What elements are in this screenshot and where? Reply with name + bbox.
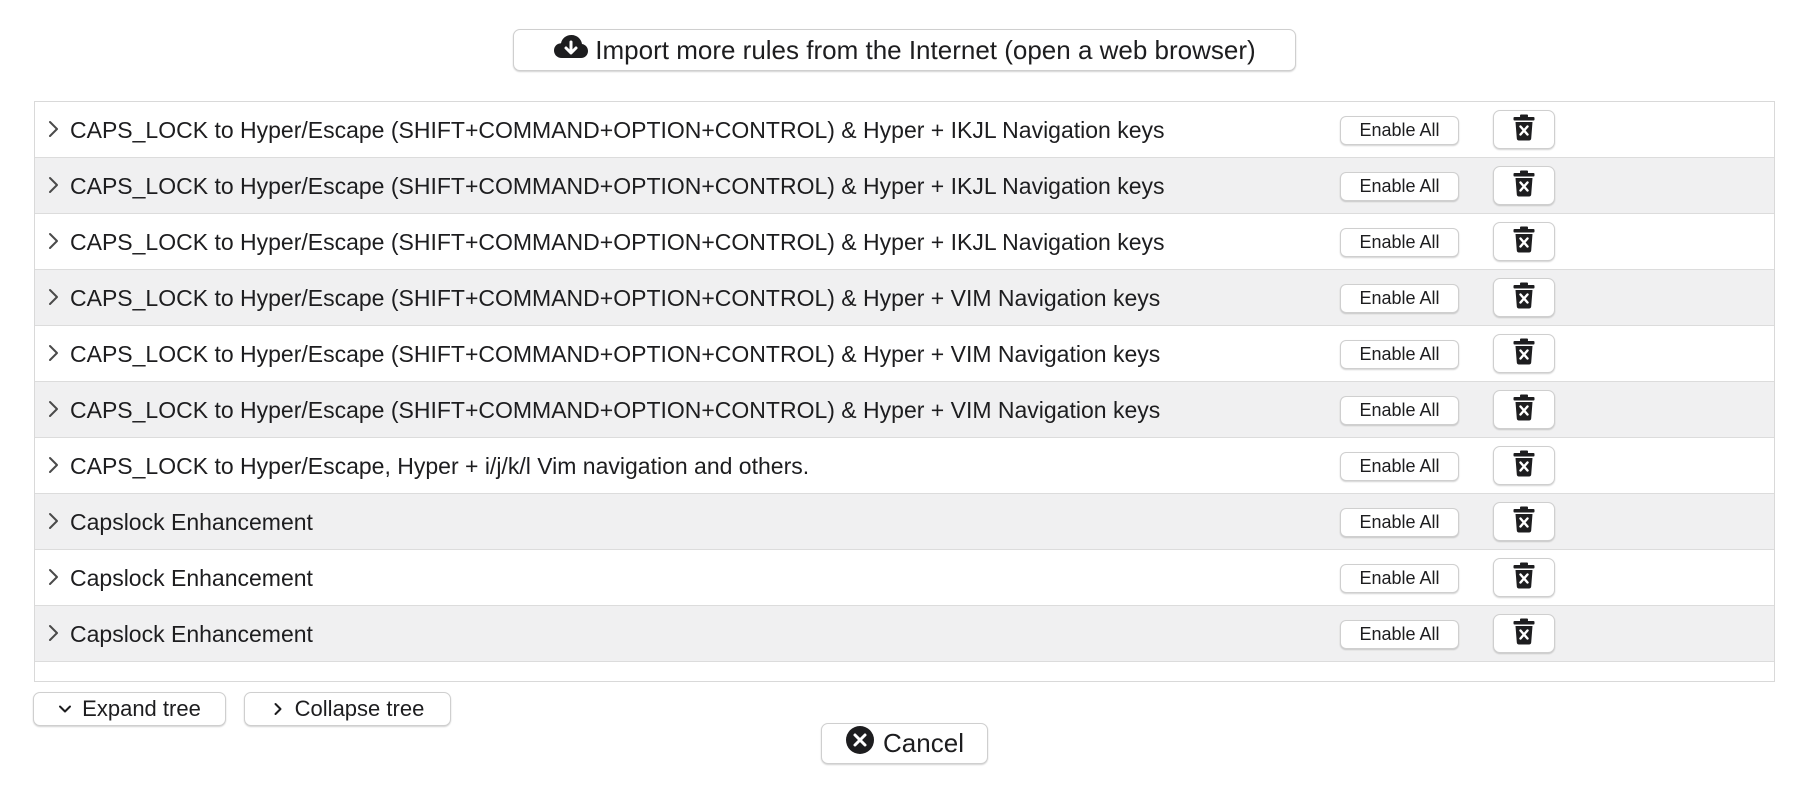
chevron-right-icon[interactable] <box>47 287 61 307</box>
delete-rule-button[interactable] <box>1493 502 1555 541</box>
enable-all-button[interactable]: Enable All <box>1340 452 1459 481</box>
enable-all-button[interactable]: Enable All <box>1340 116 1459 145</box>
cancel-button[interactable]: Cancel <box>821 723 988 764</box>
delete-rule-button[interactable] <box>1493 390 1555 429</box>
delete-rule-button[interactable] <box>1493 166 1555 205</box>
delete-rule-button[interactable] <box>1493 110 1555 149</box>
trash-icon <box>1513 114 1535 146</box>
rule-row[interactable]: CAPS_LOCK to Hyper/Escape (SHIFT+COMMAND… <box>35 102 1774 158</box>
chevron-right-icon[interactable] <box>47 343 61 363</box>
delete-rule-button[interactable] <box>1493 558 1555 597</box>
trash-icon <box>1513 282 1535 314</box>
chevron-right-icon[interactable] <box>47 623 61 643</box>
rule-row[interactable]: CAPS_LOCK to Hyper/Escape, Hyper + i/j/k… <box>35 438 1774 494</box>
import-rules-button[interactable]: Import more rules from the Internet (ope… <box>513 29 1296 71</box>
rule-title: CAPS_LOCK to Hyper/Escape (SHIFT+COMMAND… <box>70 285 1161 311</box>
delete-rule-button[interactable] <box>1493 446 1555 485</box>
trash-icon <box>1513 618 1535 650</box>
expand-tree-button[interactable]: Expand tree <box>33 692 226 726</box>
trash-icon <box>1513 450 1535 482</box>
expand-tree-label: Expand tree <box>82 696 201 721</box>
trash-icon <box>1513 170 1535 202</box>
close-circle-icon <box>845 725 875 762</box>
rule-row[interactable]: Capslock Enhancement Enable All <box>35 550 1774 606</box>
import-rules-label: Import more rules from the Internet (ope… <box>595 34 1256 65</box>
rule-row[interactable]: CAPS_LOCK to Hyper/Escape (SHIFT+COMMAND… <box>35 270 1774 326</box>
rule-title: Capslock Enhancement <box>70 509 313 535</box>
rules-list[interactable]: CAPS_LOCK to Hyper/Escape (SHIFT+COMMAND… <box>34 101 1775 682</box>
chevron-right-icon[interactable] <box>47 119 61 139</box>
enable-all-button[interactable]: Enable All <box>1340 564 1459 593</box>
delete-rule-button[interactable] <box>1493 222 1555 261</box>
trash-icon <box>1513 226 1535 258</box>
collapse-tree-label: Collapse tree <box>294 696 425 721</box>
chevron-right-icon[interactable] <box>47 175 61 195</box>
rule-title: CAPS_LOCK to Hyper/Escape (SHIFT+COMMAND… <box>70 117 1165 143</box>
import-rules-dialog: Import more rules from the Internet (ope… <box>0 0 1800 800</box>
rule-row[interactable]: Capslock Enhancement Enable All <box>35 494 1774 550</box>
chevron-right-icon[interactable] <box>47 455 61 475</box>
trash-icon <box>1513 394 1535 426</box>
rule-row[interactable]: CAPS_LOCK to Hyper/Escape (SHIFT+COMMAND… <box>35 158 1774 214</box>
delete-rule-button[interactable] <box>1493 278 1555 317</box>
rule-row[interactable]: CAPS_LOCK to Hyper/Escape (SHIFT+COMMAND… <box>35 214 1774 270</box>
chevron-right-icon <box>271 696 285 722</box>
cancel-label: Cancel <box>883 728 964 758</box>
trash-icon <box>1513 562 1535 594</box>
enable-all-button[interactable]: Enable All <box>1340 508 1459 537</box>
rule-title: CAPS_LOCK to Hyper/Escape (SHIFT+COMMAND… <box>70 173 1165 199</box>
enable-all-button[interactable]: Enable All <box>1340 340 1459 369</box>
enable-all-button[interactable]: Enable All <box>1340 284 1459 313</box>
rule-title: Capslock Enhancement <box>70 565 313 591</box>
delete-rule-button[interactable] <box>1493 334 1555 373</box>
chevron-right-icon[interactable] <box>47 567 61 587</box>
rule-row[interactable]: CAPS_LOCK to Hyper/Escape (SHIFT+COMMAND… <box>35 326 1774 382</box>
cloud-download-icon <box>553 33 589 68</box>
rule-title: CAPS_LOCK to Hyper/Escape, Hyper + i/j/k… <box>70 453 810 479</box>
enable-all-button[interactable]: Enable All <box>1340 396 1459 425</box>
trash-icon <box>1513 506 1535 538</box>
rule-row-partial <box>35 662 1774 681</box>
chevron-right-icon[interactable] <box>47 511 61 531</box>
enable-all-button[interactable]: Enable All <box>1340 172 1459 201</box>
rule-row[interactable]: Capslock Enhancement Enable All <box>35 606 1774 662</box>
rule-row[interactable]: CAPS_LOCK to Hyper/Escape (SHIFT+COMMAND… <box>35 382 1774 438</box>
trash-icon <box>1513 338 1535 370</box>
rule-title: CAPS_LOCK to Hyper/Escape (SHIFT+COMMAND… <box>70 397 1161 423</box>
chevron-right-icon[interactable] <box>47 231 61 251</box>
enable-all-button[interactable]: Enable All <box>1340 620 1459 649</box>
chevron-right-icon[interactable] <box>47 399 61 419</box>
collapse-tree-button[interactable]: Collapse tree <box>244 692 451 726</box>
enable-all-button[interactable]: Enable All <box>1340 228 1459 257</box>
chevron-down-icon <box>58 696 72 722</box>
rule-title: Capslock Enhancement <box>70 621 313 647</box>
rule-title: CAPS_LOCK to Hyper/Escape (SHIFT+COMMAND… <box>70 229 1165 255</box>
delete-rule-button[interactable] <box>1493 614 1555 653</box>
rule-title: CAPS_LOCK to Hyper/Escape (SHIFT+COMMAND… <box>70 341 1161 367</box>
